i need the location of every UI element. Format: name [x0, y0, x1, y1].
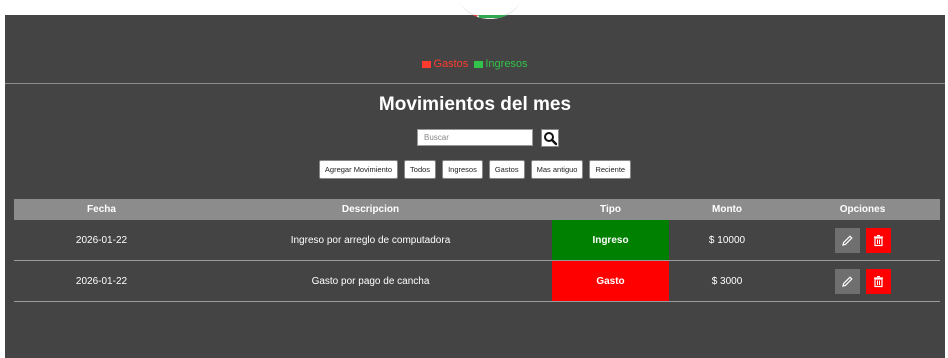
search-button[interactable] — [541, 129, 559, 147]
cell-tipo: Gasto — [552, 260, 669, 302]
cell-descripcion: Gasto por pago de cancha — [189, 260, 552, 302]
table-row: 2026-01-22 Ingreso por arreglo de comput… — [14, 220, 940, 261]
add-movement-button[interactable]: Agregar Movimiento — [318, 160, 399, 179]
legend-ingresos: Ingresos — [485, 58, 528, 70]
pencil-icon — [841, 234, 853, 246]
sort-oldest-button[interactable]: Mas antiguo — [530, 160, 584, 179]
cell-fecha: 2026-01-22 — [14, 220, 189, 261]
cell-monto: $ 10000 — [669, 220, 785, 261]
cell-monto: $ 3000 — [669, 260, 785, 302]
table-header-row: Fecha Descripcion Tipo Monto Opciones — [14, 199, 940, 220]
column-header-fecha: Fecha — [14, 199, 189, 220]
ingresos-swatch — [474, 60, 484, 68]
edit-button[interactable] — [834, 268, 860, 294]
legend-gastos: Gastos — [433, 58, 469, 70]
column-header-opciones: Opciones — [785, 199, 940, 220]
delete-button[interactable] — [865, 268, 891, 294]
filter-expense-button[interactable]: Gastos — [488, 160, 525, 179]
page-title: Movimientos del mes — [378, 94, 572, 115]
movements-table: Fecha Descripcion Tipo Monto Opciones 20… — [14, 199, 940, 302]
column-header-monto: Monto — [669, 199, 785, 220]
cell-opciones — [785, 260, 940, 302]
trash-icon — [873, 275, 883, 287]
edit-button[interactable] — [834, 227, 860, 253]
cell-fecha: 2026-01-22 — [14, 260, 189, 302]
table-row: 2026-01-22 Gasto por pago de cancha Gast… — [14, 260, 940, 302]
filter-income-button[interactable]: Ingresos — [442, 160, 483, 179]
app-container: Gastos Ingresos Movimientos del mes Agre… — [5, 15, 945, 358]
filter-bar: Agregar Movimiento Todos Ingresos Gastos… — [5, 160, 945, 179]
chart-legend: Gastos Ingresos — [5, 58, 945, 70]
search-input[interactable] — [417, 129, 533, 146]
gastos-swatch — [422, 60, 432, 68]
delete-button[interactable] — [865, 227, 891, 253]
filter-all-button[interactable]: Todos — [404, 160, 437, 179]
cell-tipo: Ingreso — [552, 220, 669, 261]
cell-opciones — [785, 220, 940, 261]
pie-chart-edge — [459, 0, 521, 19]
trash-icon — [873, 234, 883, 246]
search-icon — [544, 132, 558, 146]
cell-descripcion: Ingreso por arreglo de computadora — [189, 220, 552, 261]
column-header-tipo: Tipo — [552, 199, 669, 220]
divider — [5, 83, 945, 84]
sort-recent-button[interactable]: Reciente — [589, 160, 632, 179]
pencil-icon — [841, 275, 853, 287]
column-header-descripcion: Descripcion — [189, 199, 552, 220]
